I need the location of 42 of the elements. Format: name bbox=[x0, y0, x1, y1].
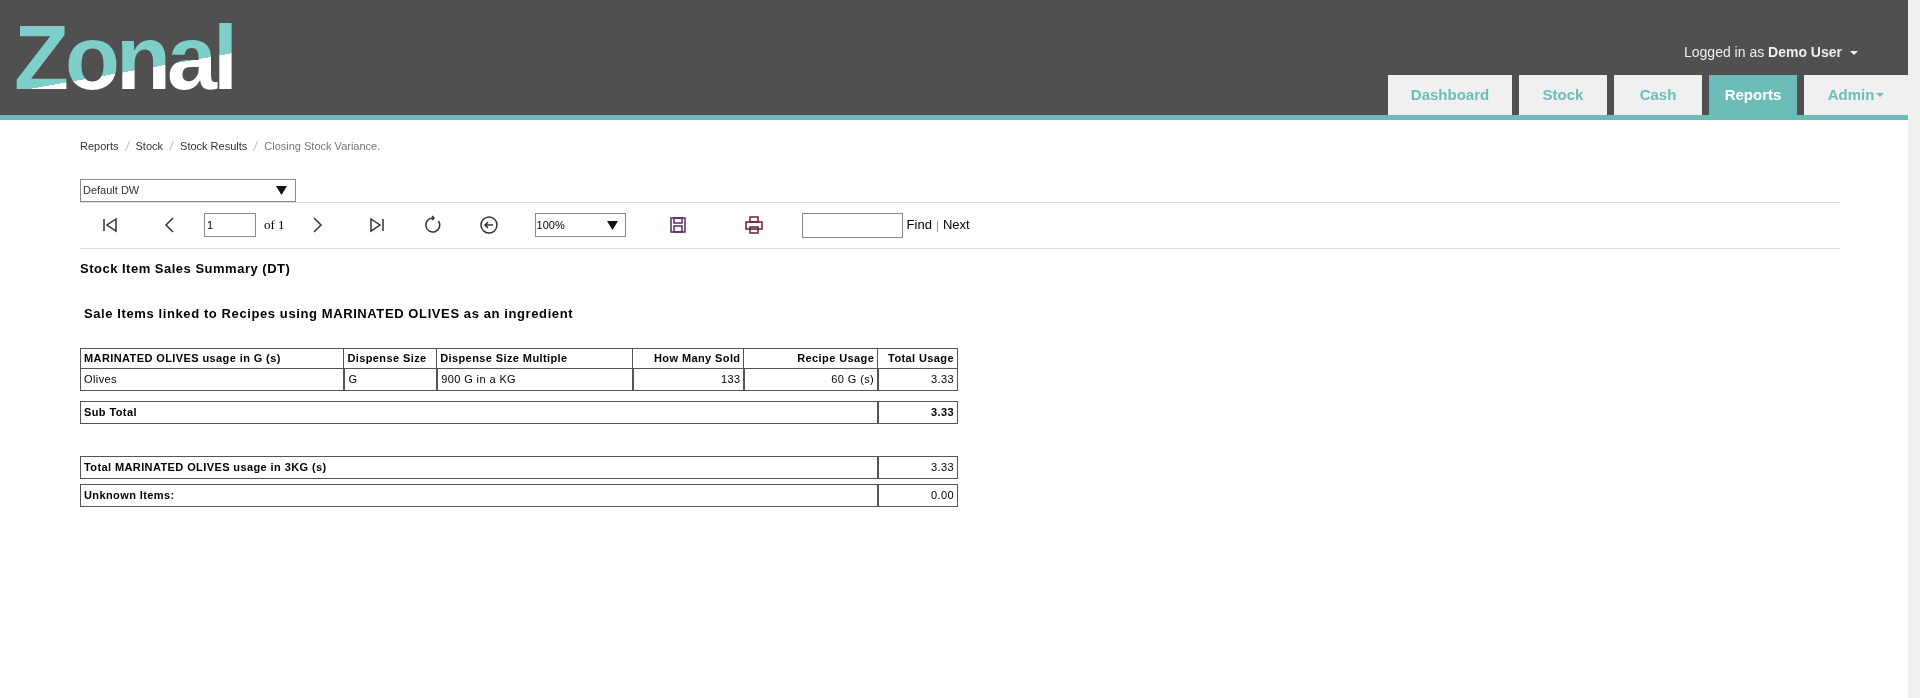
total-value: 0.00 bbox=[877, 484, 957, 506]
printer-icon[interactable] bbox=[743, 215, 764, 235]
column-header: Recipe Usage bbox=[743, 348, 878, 368]
breadcrumb-separator-icon bbox=[253, 141, 259, 152]
zoom-select[interactable]: 100% bbox=[534, 213, 626, 237]
subtotal-value: 3.33 bbox=[877, 401, 957, 423]
total-label: Unknown Items: bbox=[83, 487, 176, 503]
table-cell-text: Olives bbox=[83, 371, 118, 387]
report-subtitle: Sale Items linked to Recipes using MARINATED OLIVES as an ingredient bbox=[84, 305, 575, 323]
find-field[interactable] bbox=[801, 212, 903, 238]
report-select[interactable]: Default DW bbox=[80, 178, 296, 202]
table-cell: 3.33 bbox=[877, 368, 957, 390]
breadcrumb-separator-icon bbox=[124, 141, 130, 152]
column-header: Dispense Size bbox=[343, 348, 437, 368]
breadcrumb-current: Closing Stock Variance. bbox=[264, 139, 381, 154]
next-link[interactable]: Next bbox=[942, 215, 970, 235]
page-field[interactable]: 1 bbox=[204, 213, 256, 237]
subtotal-label: Sub Total bbox=[83, 404, 138, 420]
total-label: Total MARINATED OLIVES usage in 3KG (s) bbox=[83, 459, 328, 475]
breadcrumb-separator-icon bbox=[169, 141, 175, 152]
first-page-icon[interactable] bbox=[100, 215, 120, 235]
dropdown-arrow-icon bbox=[606, 220, 618, 230]
breadcrumb-link[interactable]: Stock bbox=[135, 138, 164, 155]
save-icon[interactable] bbox=[667, 215, 688, 235]
breadcrumb-link[interactable]: Reports bbox=[80, 138, 119, 155]
refresh-icon[interactable] bbox=[422, 215, 443, 235]
find-link[interactable]: Find bbox=[906, 215, 932, 235]
column-header: How Many Sold bbox=[631, 348, 744, 368]
scrollbar[interactable] bbox=[1908, 0, 1920, 698]
table-cell: G bbox=[343, 368, 437, 390]
column-header: Dispense Size Multiple bbox=[436, 348, 632, 368]
column-header: MARINATED OLIVES usage in G (s) bbox=[83, 350, 282, 366]
table-cell: 133 bbox=[631, 368, 744, 390]
report-title: Stock Item Sales Summary (DT) bbox=[80, 259, 292, 278]
page-count: of 1 bbox=[264, 216, 285, 235]
dropdown-arrow-icon bbox=[276, 185, 287, 195]
table-cell: 900 G in a KG bbox=[436, 368, 632, 390]
total-value: 3.33 bbox=[877, 456, 957, 478]
breadcrumb-link[interactable]: Stock Results bbox=[180, 138, 248, 155]
user-menu[interactable]: Logged in as Demo User bbox=[1684, 42, 1858, 63]
table-cell: 60 G (s) bbox=[743, 368, 878, 390]
column-header: Total Usage bbox=[877, 348, 957, 368]
